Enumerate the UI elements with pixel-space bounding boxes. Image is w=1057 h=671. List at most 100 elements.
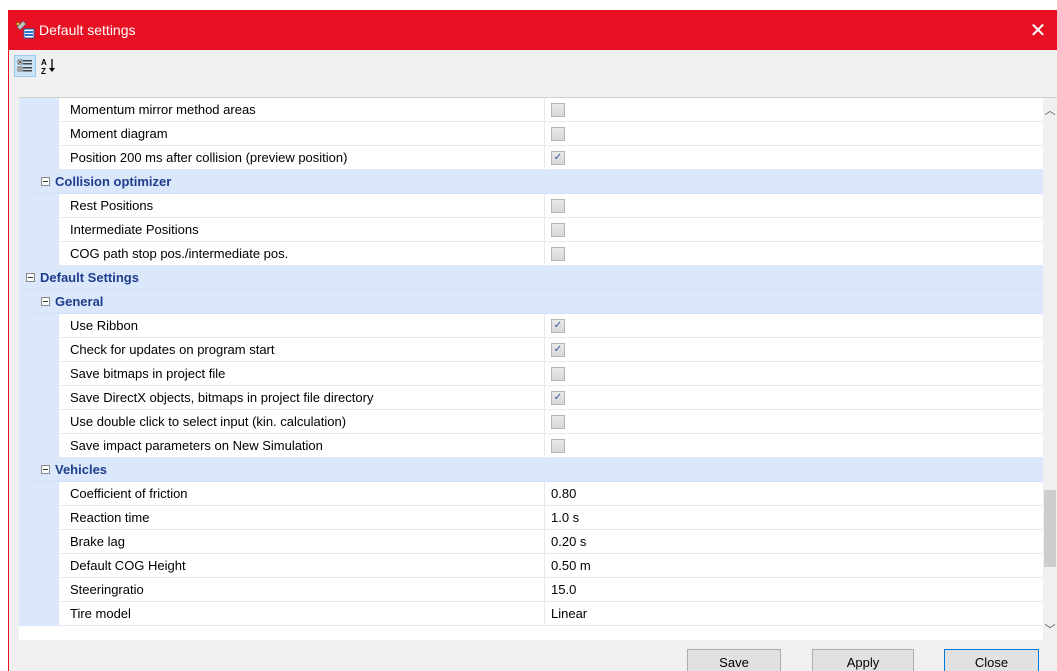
property-checkbox[interactable] [551, 127, 565, 141]
column-divider [544, 578, 545, 601]
property-row[interactable]: Position 200 ms after collision (preview… [19, 146, 1043, 170]
property-value[interactable]: 0.20 s [551, 530, 586, 553]
column-divider [544, 338, 545, 361]
category-row[interactable]: Vehicles [19, 458, 1043, 482]
property-row[interactable]: Brake lag 0.20 s [19, 530, 1043, 554]
column-divider [544, 314, 545, 337]
property-row[interactable]: Coefficient of friction 0.80 [19, 482, 1043, 506]
property-label: Moment diagram [70, 126, 168, 141]
property-checkbox[interactable] [551, 415, 565, 429]
collapse-toggle-icon[interactable] [41, 177, 50, 186]
row-indent-margin [19, 314, 59, 338]
property-row[interactable]: Use double click to select input (kin. c… [19, 410, 1043, 434]
property-row[interactable]: Moment diagram [19, 122, 1043, 146]
property-label: Save impact parameters on New Simulation [70, 438, 323, 453]
save-button[interactable]: Save [687, 649, 781, 671]
row-indent-margin [19, 146, 59, 170]
column-divider [544, 98, 545, 121]
column-divider [544, 242, 545, 265]
scroll-down-icon[interactable]: ﹀ [1043, 621, 1057, 637]
property-label: Tire model [70, 606, 131, 621]
property-checkbox[interactable]: ✓ [551, 391, 565, 405]
row-indent-margin [19, 434, 59, 458]
property-label: Coefficient of friction [70, 486, 188, 501]
property-value[interactable]: 1.0 s [551, 506, 579, 529]
column-divider [544, 602, 545, 625]
property-row[interactable]: Save bitmaps in project file [19, 362, 1043, 386]
property-checkbox[interactable] [551, 367, 565, 381]
property-value[interactable]: Linear [551, 602, 587, 625]
property-row[interactable]: Intermediate Positions [19, 218, 1043, 242]
property-value[interactable]: 0.50 m [551, 554, 591, 577]
collapse-toggle-icon[interactable] [41, 465, 50, 474]
property-checkbox[interactable]: ✓ [551, 319, 565, 333]
property-row[interactable]: COG path stop pos./intermediate pos. [19, 242, 1043, 266]
row-indent-margin [19, 410, 59, 434]
category-label: Vehicles [55, 462, 108, 477]
property-checkbox[interactable] [551, 199, 565, 213]
scroll-up-icon[interactable]: ︿ [1043, 102, 1057, 118]
property-label: Position 200 ms after collision (preview… [70, 150, 348, 165]
vertical-scrollbar[interactable]: ︿ ﹀ [1043, 98, 1057, 640]
categorized-icon[interactable] [14, 55, 36, 77]
sort-alphabetical-icon[interactable]: A Z [38, 55, 60, 77]
row-indent-margin [19, 170, 33, 194]
row-indent-margin [19, 482, 59, 506]
property-label: Check for updates on program start [70, 342, 275, 357]
property-row[interactable]: Save DirectX objects, bitmaps in project… [19, 386, 1043, 410]
row-indent-margin [19, 362, 59, 386]
window-title: Default settings [39, 22, 136, 38]
property-value[interactable]: 15.0 [551, 578, 576, 601]
row-indent-margin [19, 578, 59, 602]
category-label: Collision optimizer [55, 174, 172, 189]
category-row[interactable]: General [19, 290, 1043, 314]
title-bar: Default settings ✕ [9, 10, 1057, 50]
default-settings-window: Default settings ✕ A Z Momentum mirror m… [8, 10, 1057, 671]
property-checkbox[interactable]: ✓ [551, 151, 565, 165]
row-indent-margin [19, 602, 59, 626]
close-button[interactable]: Close [944, 649, 1039, 671]
column-divider [544, 386, 545, 409]
property-checkbox[interactable] [551, 103, 565, 117]
row-indent-margin [19, 338, 59, 362]
property-row[interactable]: Default COG Height 0.50 m [19, 554, 1043, 578]
property-checkbox[interactable] [551, 223, 565, 237]
category-row[interactable]: Collision optimizer [19, 170, 1043, 194]
property-checkbox[interactable] [551, 247, 565, 261]
property-row[interactable]: Check for updates on program start ✓ [19, 338, 1043, 362]
property-row[interactable]: Tire model Linear [19, 602, 1043, 626]
property-label: Default COG Height [70, 558, 186, 573]
column-divider [544, 434, 545, 457]
close-window-icon[interactable]: ✕ [1018, 10, 1057, 50]
collapse-toggle-icon[interactable] [26, 273, 35, 282]
column-divider [544, 506, 545, 529]
row-indent-margin [19, 98, 59, 122]
property-row[interactable]: Use Ribbon ✓ [19, 314, 1043, 338]
category-row[interactable]: Default Settings [19, 266, 1043, 290]
property-value[interactable]: 0.80 [551, 482, 576, 505]
row-indent-margin [19, 554, 59, 578]
row-indent-margin [19, 290, 33, 314]
property-row[interactable]: Rest Positions [19, 194, 1043, 218]
property-grid-toolbar: A Z [9, 50, 1057, 82]
property-label: Momentum mirror method areas [70, 102, 256, 117]
property-label: Intermediate Positions [70, 222, 199, 237]
property-row[interactable]: Momentum mirror method areas [19, 98, 1043, 122]
column-divider [544, 146, 545, 169]
property-row[interactable]: Steeringratio 15.0 [19, 578, 1043, 602]
scrollbar-thumb[interactable] [1044, 490, 1056, 567]
row-indent-margin [19, 506, 59, 530]
property-checkbox[interactable]: ✓ [551, 343, 565, 357]
column-divider [544, 362, 545, 385]
column-divider [544, 554, 545, 577]
apply-button[interactable]: Apply [812, 649, 914, 671]
collapse-toggle-icon[interactable] [41, 297, 50, 306]
property-checkbox[interactable] [551, 439, 565, 453]
property-label: Save DirectX objects, bitmaps in project… [70, 390, 374, 405]
property-row[interactable]: Save impact parameters on New Simulation [19, 434, 1043, 458]
column-divider [544, 482, 545, 505]
property-row[interactable]: Reaction time 1.0 s [19, 506, 1043, 530]
row-indent-margin [19, 122, 59, 146]
property-label: Use double click to select input (kin. c… [70, 414, 347, 429]
property-grid: Momentum mirror method areas Moment diagr… [19, 97, 1057, 640]
